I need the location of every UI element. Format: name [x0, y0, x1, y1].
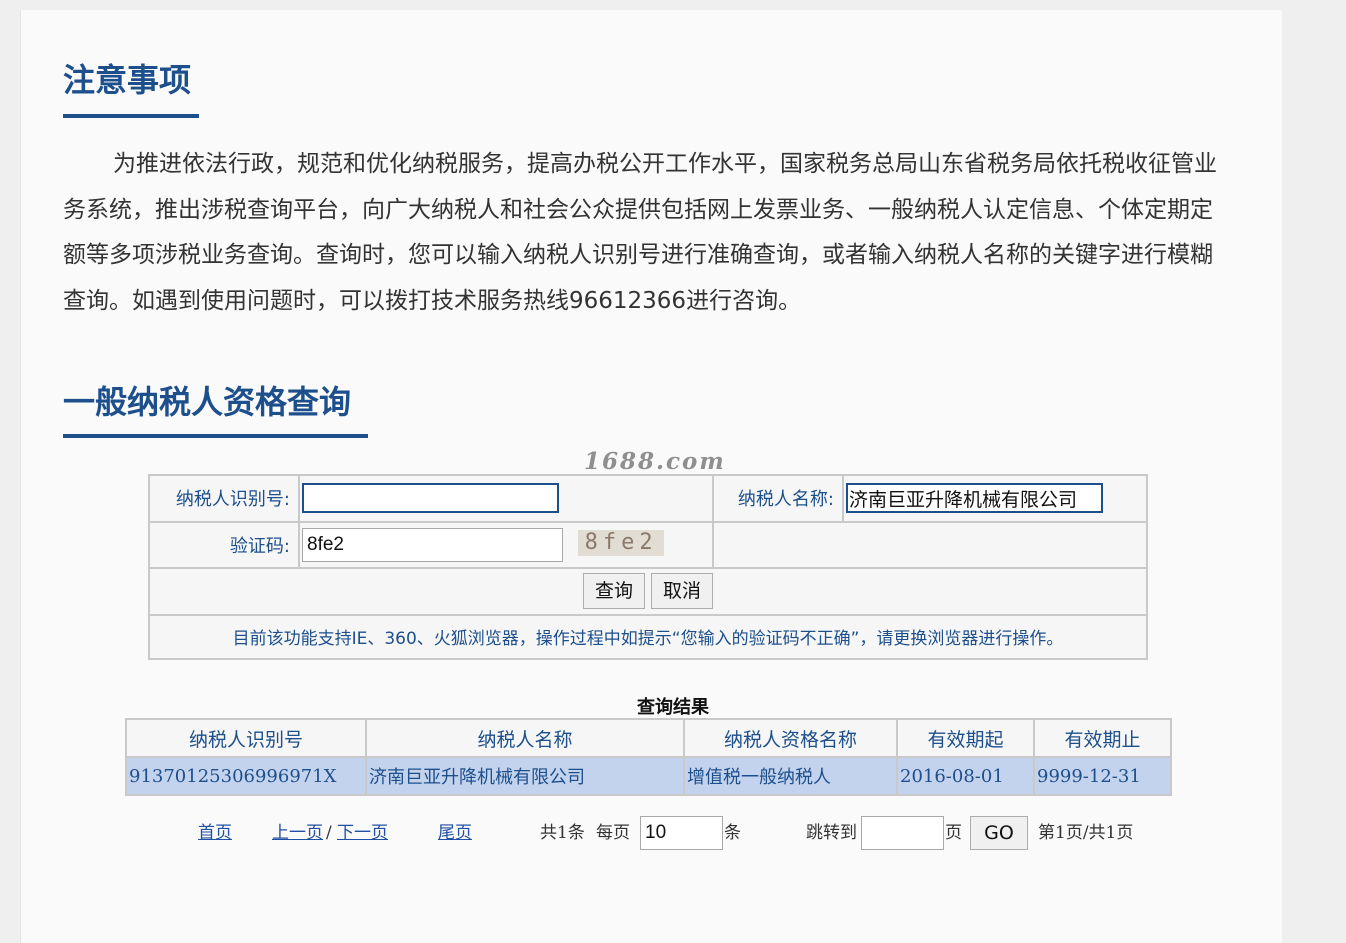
taxpayer-id-input[interactable]: [302, 483, 559, 514]
results-table: 纳税人识别号 纳税人名称 纳税人资格名称 有效期起 有效期止 913701253…: [125, 718, 1172, 796]
empty-cell: [712, 520, 1148, 569]
cell-qualification: 增值税一般纳税人: [683, 756, 898, 796]
per-page-unit: 条: [724, 823, 741, 843]
taxpayer-name-input[interactable]: [846, 483, 1103, 514]
pagination: 首页 上一页 / 下一页 尾页 共1条 每页 条 跳转到 页 GO 第1页/共1…: [0, 816, 1346, 850]
results-title: 查询结果: [637, 697, 709, 718]
next-page-link[interactable]: 下一页: [337, 816, 388, 850]
column-header: 有效期起: [896, 718, 1035, 758]
query-form: 纳税人识别号: 纳税人名称: 验证码: 8fe2 查询取消 目前该功能支持IE、…: [148, 474, 1148, 660]
cell-valid-to: 9999-12-31: [1033, 756, 1172, 796]
query-title-underline: [63, 434, 368, 438]
browser-hint: 目前该功能支持IE、360、火狐浏览器，操作过程中如提示“您输入的验证码不正确”…: [148, 613, 1148, 660]
first-page-link[interactable]: 首页: [198, 816, 232, 850]
cell-valid-from: 2016-08-01: [896, 756, 1035, 796]
cell-taxpayer-name: 济南巨亚升降机械有限公司: [365, 756, 685, 796]
table-row[interactable]: 91370125306996971X 济南巨亚升降机械有限公司 增值税一般纳税人…: [125, 756, 1172, 796]
pager-separator: /: [326, 823, 332, 843]
last-page-link[interactable]: 尾页: [438, 816, 472, 850]
captcha-image[interactable]: 8fe2: [578, 529, 665, 556]
jump-page-input[interactable]: [861, 816, 944, 850]
column-header: 纳税人资格名称: [683, 718, 898, 758]
taxpayer-name-label: 纳税人名称:: [712, 474, 844, 523]
per-page-input[interactable]: [640, 816, 723, 850]
jump-label: 跳转到: [806, 823, 857, 843]
per-page-label: 每页: [596, 823, 630, 843]
page-unit: 页: [945, 823, 962, 843]
go-button[interactable]: GO: [970, 816, 1028, 850]
page-status: 第1页/共1页: [1038, 823, 1134, 843]
notice-title-underline: [63, 114, 199, 118]
prev-page-link[interactable]: 上一页: [272, 816, 323, 850]
captcha-label: 验证码:: [148, 520, 300, 569]
cancel-button[interactable]: 取消: [651, 573, 713, 610]
column-header: 纳税人识别号: [125, 718, 367, 758]
watermark: 1688.com: [584, 448, 726, 475]
results-header-row: 纳税人识别号 纳税人名称 纳税人资格名称 有效期起 有效期止: [125, 718, 1172, 758]
query-title: 一般纳税人资格查询: [63, 383, 352, 421]
cell-taxpayer-id: 91370125306996971X: [125, 756, 367, 796]
notice-title: 注意事项: [63, 61, 192, 99]
taxpayer-id-label: 纳税人识别号:: [148, 474, 300, 523]
column-header: 有效期止: [1033, 718, 1172, 758]
column-header: 纳税人名称: [365, 718, 685, 758]
query-button[interactable]: 查询: [583, 573, 645, 610]
total-count: 共1条: [540, 823, 585, 843]
captcha-input[interactable]: [302, 527, 563, 562]
notice-body: 为推进依法行政，规范和优化纳税服务，提高办税公开工作水平，国家税务总局山东省税务…: [63, 151, 1217, 314]
